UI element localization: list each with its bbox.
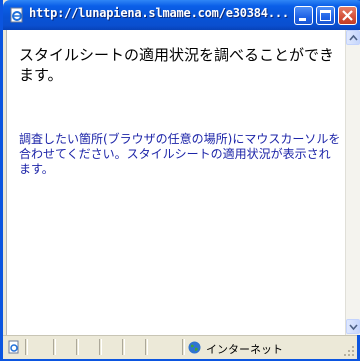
maximize-button[interactable] bbox=[316, 6, 335, 25]
status-divider bbox=[145, 339, 148, 355]
popup-window: http://lunapiena.slmame.com/e30384... スタ… bbox=[0, 0, 360, 361]
page-icon bbox=[8, 340, 19, 354]
maximize-icon bbox=[320, 10, 331, 21]
security-zone-label: インターネット bbox=[206, 343, 283, 356]
status-divider bbox=[25, 339, 28, 355]
close-icon bbox=[342, 10, 353, 21]
status-bar: インターネット bbox=[3, 335, 357, 359]
instruction-text: 調査したい箇所(ブラウザの任意の場所)にマウスカーソルを合わせてください。スタイ… bbox=[19, 132, 341, 176]
minimize-icon bbox=[299, 18, 306, 21]
arrow-down-icon bbox=[349, 324, 358, 331]
scroll-down-button[interactable] bbox=[346, 319, 360, 334]
status-divider bbox=[53, 339, 56, 355]
minimize-button[interactable] bbox=[294, 6, 313, 25]
scroll-up-button[interactable] bbox=[346, 30, 360, 45]
close-button[interactable] bbox=[338, 6, 357, 25]
window-title: http://lunapiena.slmame.com/e30384... bbox=[29, 6, 289, 20]
ie-page-icon bbox=[10, 7, 23, 23]
vertical-scrollbar[interactable] bbox=[345, 30, 360, 335]
resize-grip-icon[interactable] bbox=[343, 345, 355, 357]
title-bar[interactable]: http://lunapiena.slmame.com/e30384... bbox=[3, 0, 360, 30]
globe-icon bbox=[188, 341, 201, 354]
page-heading: スタイルシートの適用状況を調べることができます。 bbox=[19, 46, 335, 84]
arrow-up-icon bbox=[349, 34, 358, 41]
status-divider bbox=[99, 339, 102, 355]
status-divider bbox=[182, 339, 185, 355]
page-content: スタイルシートの適用状況を調べることができます。 調査したい箇所(ブラウザの任意… bbox=[6, 30, 346, 335]
status-divider bbox=[122, 339, 125, 355]
status-divider bbox=[76, 339, 79, 355]
